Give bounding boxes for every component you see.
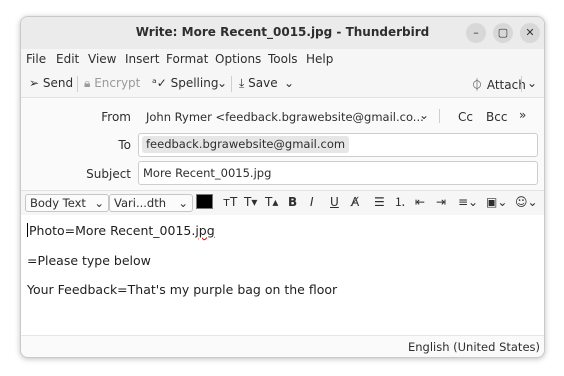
spelling-button[interactable]: ᵃ✓ Spelling bbox=[152, 76, 218, 90]
minimize-button[interactable]: – bbox=[466, 23, 486, 43]
paperclip-icon: ⏀ bbox=[471, 78, 484, 92]
body-line-2: =Please type below bbox=[27, 253, 151, 268]
clear-formatting-icon[interactable]: A̸ bbox=[351, 194, 359, 210]
subject-value: More Recent_0015.jpg bbox=[143, 166, 272, 180]
toolbar-divider bbox=[77, 76, 78, 92]
recipient-pill[interactable]: feedback.bgrawebsite@gmail.com bbox=[142, 136, 350, 153]
misspelled-word: jpg bbox=[195, 223, 215, 238]
attach-label: Attach bbox=[486, 78, 526, 92]
more-fields-icon[interactable]: » bbox=[519, 108, 526, 122]
spellcheck-icon: ᵃ✓ bbox=[152, 76, 167, 90]
font-size-decrease-icon[interactable]: T▾ bbox=[244, 194, 257, 210]
menu-edit[interactable]: Edit bbox=[56, 52, 79, 66]
bcc-button[interactable]: Bcc bbox=[486, 110, 507, 124]
outdent-icon[interactable]: ⇤ bbox=[415, 194, 425, 210]
menu-view[interactable]: View bbox=[88, 52, 116, 66]
subject-field[interactable]: More Recent_0015.jpg bbox=[138, 161, 538, 185]
attach-dropdown[interactable]: ⌄ bbox=[527, 76, 537, 90]
maximize-button[interactable]: ▢ bbox=[493, 23, 513, 43]
status-bar: English (United States) bbox=[21, 335, 544, 357]
numbered-list-icon[interactable]: ⒈ bbox=[394, 194, 406, 210]
paragraph-format-value: Body Text bbox=[30, 196, 86, 210]
font-select[interactable]: Vari...dth ⌄ bbox=[109, 194, 193, 212]
emoji-icon[interactable]: ☺⌄ bbox=[515, 194, 538, 210]
menu-bar: File Edit View Insert Format Options Too… bbox=[21, 49, 544, 71]
encrypt-label: Encrypt bbox=[94, 76, 141, 90]
subject-label: Subject bbox=[86, 167, 131, 181]
close-button[interactable]: ✕ bbox=[520, 23, 540, 43]
compose-window: Write: More Recent_0015.jpg - Thunderbir… bbox=[20, 16, 545, 358]
body-line-1-text: Photo=More Recent_0015. bbox=[29, 223, 196, 238]
chevron-down-icon: ⌄ bbox=[94, 196, 104, 210]
save-button[interactable]: ⤓ Save bbox=[239, 76, 278, 91]
text-caret bbox=[27, 223, 28, 237]
cc-button[interactable]: Cc bbox=[458, 110, 473, 124]
chevron-down-icon: ⌄ bbox=[527, 76, 538, 90]
menu-help[interactable]: Help bbox=[306, 52, 333, 66]
to-label: To bbox=[118, 138, 131, 152]
spelling-label: Spelling bbox=[170, 76, 219, 90]
font-size-increase-icon[interactable]: T▴ bbox=[265, 194, 278, 210]
menu-tools[interactable]: Tools bbox=[268, 52, 298, 66]
chevron-down-icon[interactable]: ⌄ bbox=[419, 108, 429, 122]
language-indicator[interactable]: English (United States) bbox=[408, 340, 540, 354]
header-divider bbox=[439, 109, 440, 123]
body-line-1: Photo=More Recent_0015.jpg bbox=[27, 223, 215, 238]
toolbar-divider bbox=[521, 76, 522, 92]
text-color-swatch[interactable] bbox=[196, 194, 213, 209]
lock-icon: 🔒︎ bbox=[84, 76, 91, 90]
bold-icon[interactable]: B bbox=[288, 194, 297, 210]
encrypt-button[interactable]: 🔒︎ Encrypt bbox=[84, 76, 140, 91]
chevron-down-icon: ⌄ bbox=[178, 196, 188, 210]
format-toolbar: Body Text ⌄ Vari...dth ⌄ ᴛT T▾ T▴ B I U … bbox=[21, 190, 544, 216]
font-size-smaller-icon[interactable]: ᴛT bbox=[223, 194, 237, 210]
from-select[interactable]: John Rymer <feedback.bgrawebsite@gmail.c… bbox=[146, 110, 424, 124]
compose-toolbar: ➢ Send 🔒︎ Encrypt ᵃ✓ Spelling ⌄ ⤓ Save ⌄… bbox=[21, 71, 544, 98]
spelling-dropdown[interactable]: ⌄ bbox=[217, 76, 227, 90]
insert-image-icon[interactable]: ▣⌄ bbox=[486, 194, 507, 210]
title-bar: Write: More Recent_0015.jpg - Thunderbir… bbox=[21, 17, 544, 49]
chevron-down-icon: ⌄ bbox=[284, 76, 295, 90]
underline-icon[interactable]: U bbox=[330, 194, 339, 210]
send-button[interactable]: ➢ Send bbox=[29, 76, 73, 90]
save-dropdown[interactable]: ⌄ bbox=[284, 76, 294, 90]
attach-button[interactable]: ⏀ Attach bbox=[471, 76, 526, 93]
download-icon: ⤓ bbox=[239, 76, 245, 90]
body-line-3: Your Feedback=That's my purple bag on th… bbox=[27, 282, 338, 297]
menu-format[interactable]: Format bbox=[166, 52, 208, 66]
menu-insert[interactable]: Insert bbox=[125, 52, 159, 66]
send-icon: ➢ bbox=[29, 76, 40, 90]
send-label: Send bbox=[42, 76, 74, 90]
from-label: From bbox=[101, 110, 131, 124]
menu-options[interactable]: Options bbox=[215, 52, 261, 66]
italic-icon[interactable]: I bbox=[310, 194, 314, 210]
menu-file[interactable]: File bbox=[26, 52, 46, 66]
message-body[interactable]: Photo=More Recent_0015.jpg =Please type … bbox=[21, 215, 544, 335]
alignment-icon[interactable]: ≡⌄ bbox=[458, 194, 478, 210]
toolbar-divider bbox=[231, 76, 232, 92]
bulleted-list-icon[interactable]: ☰ bbox=[374, 194, 385, 210]
to-field[interactable]: feedback.bgrawebsite@gmail.com bbox=[138, 133, 538, 157]
chevron-down-icon: ⌄ bbox=[217, 76, 228, 90]
save-label: Save bbox=[248, 76, 278, 90]
indent-icon[interactable]: ⇥ bbox=[436, 194, 446, 210]
paragraph-format-select[interactable]: Body Text ⌄ bbox=[25, 194, 109, 212]
font-value: Vari...dth bbox=[114, 196, 167, 210]
